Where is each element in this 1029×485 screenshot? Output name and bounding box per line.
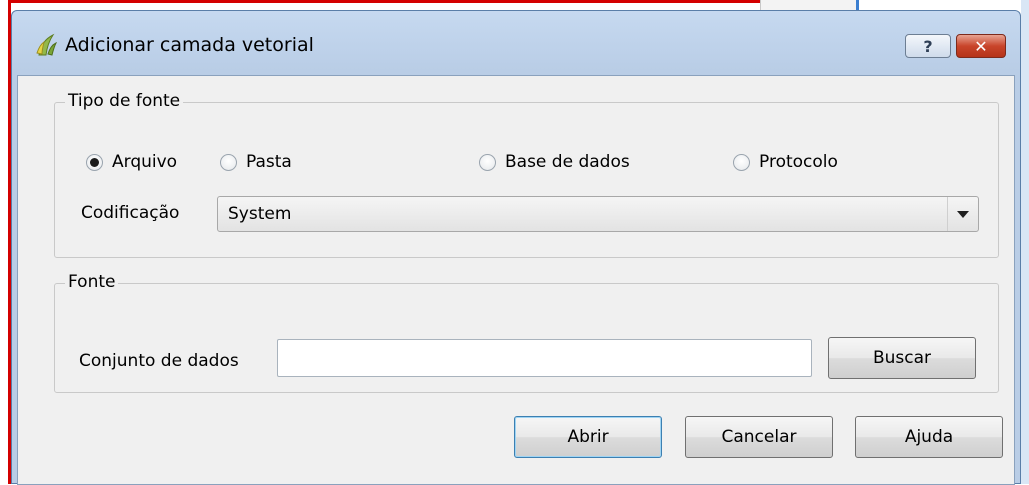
- radio-selected-dot: [90, 157, 99, 167]
- source-group: Fonte Conjunto de dados Buscar: [54, 272, 999, 393]
- encoding-select[interactable]: System: [217, 196, 979, 232]
- radio-button[interactable]: [479, 153, 496, 171]
- question-icon: ?: [923, 36, 933, 56]
- background-tab: [760, 0, 857, 10]
- source-type-group-title: Tipo de fonte: [65, 91, 184, 111]
- radio-label: Arquivo: [112, 152, 178, 172]
- radio-label: Pasta: [246, 152, 292, 172]
- dialog-content: Tipo de fonte Arquivo Pasta Base de dado…: [17, 75, 1015, 485]
- background-accent: [856, 0, 859, 10]
- browse-button[interactable]: Buscar: [828, 337, 976, 379]
- qgis-icon: [36, 33, 57, 56]
- radio-pasta[interactable]: Pasta: [220, 152, 292, 172]
- help-button[interactable]: Ajuda: [855, 416, 1003, 458]
- encoding-label: Codificação: [81, 203, 180, 223]
- radio-button[interactable]: [86, 153, 103, 171]
- radio-label: Base de dados: [505, 152, 630, 172]
- dropdown-button[interactable]: [947, 197, 978, 231]
- radio-arquivo[interactable]: Arquivo: [86, 152, 177, 172]
- cancel-button[interactable]: Cancelar: [685, 416, 833, 458]
- dataset-input[interactable]: [277, 339, 812, 377]
- dialog-title: Adicionar camada vetorial: [65, 34, 314, 56]
- background-app-top-border: [8, 0, 760, 3]
- source-group-title: Fonte: [65, 272, 119, 292]
- add-vector-layer-dialog: Adicionar camada vetorial ? ✕ Tipo de fo…: [11, 10, 1021, 485]
- close-icon: ✕: [974, 36, 988, 56]
- chevron-down-icon: [957, 210, 969, 218]
- dataset-label: Conjunto de dados: [79, 351, 239, 371]
- radio-label: Protocolo: [759, 152, 838, 172]
- source-type-group: Tipo de fonte Arquivo Pasta Base de dado…: [54, 91, 999, 258]
- open-button[interactable]: Abrir: [514, 416, 662, 458]
- help-title-button[interactable]: ?: [905, 34, 951, 58]
- background-window-edge: [1021, 0, 1029, 484]
- radio-button[interactable]: [733, 153, 750, 171]
- encoding-value: System: [228, 204, 292, 224]
- radio-button[interactable]: [220, 153, 237, 171]
- radio-protocolo[interactable]: Protocolo: [733, 152, 838, 172]
- close-button[interactable]: ✕: [956, 34, 1006, 58]
- radio-base-de-dados[interactable]: Base de dados: [479, 152, 630, 172]
- title-bar[interactable]: Adicionar camada vetorial ? ✕: [12, 11, 1020, 81]
